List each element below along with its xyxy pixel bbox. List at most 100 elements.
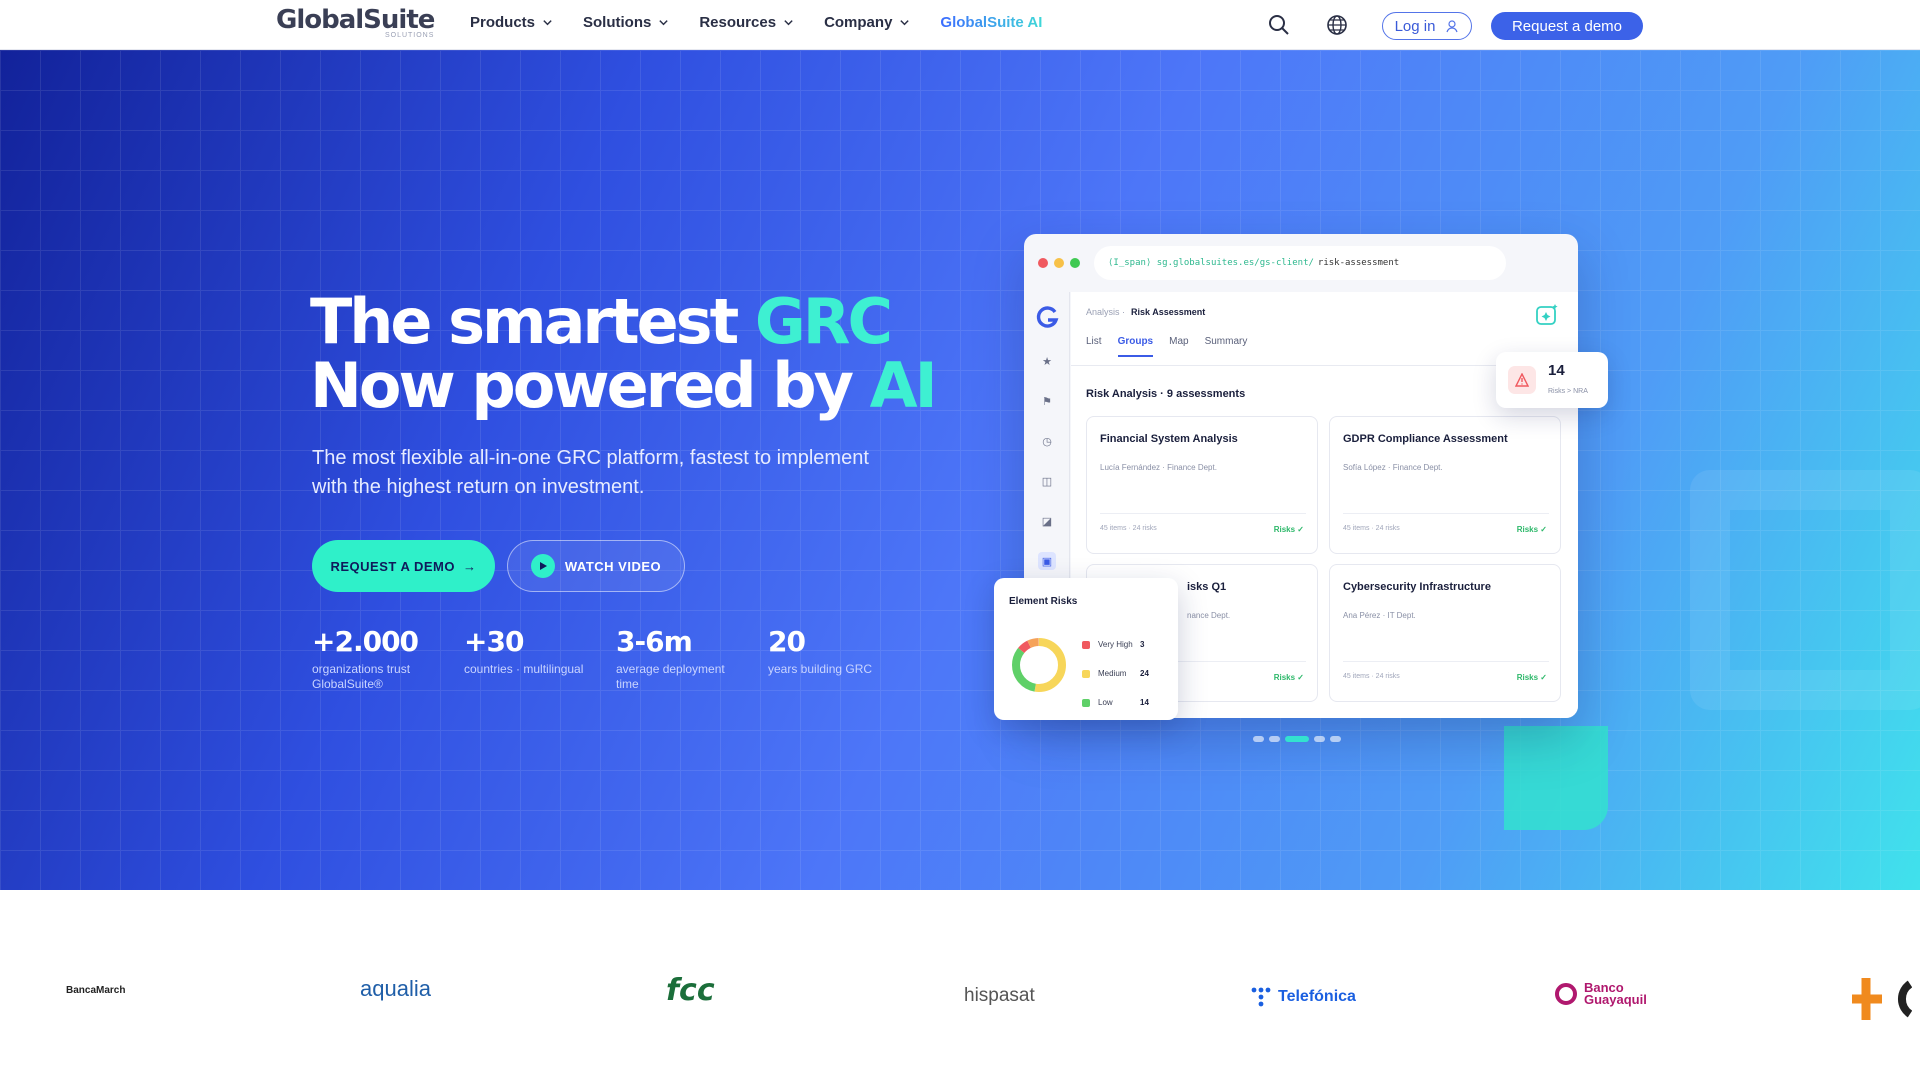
nav-solutions[interactable]: Solutions (583, 14, 669, 31)
hispasat-logo: hispasat (964, 985, 1035, 1006)
request-demo-header-button[interactable]: Request a demo (1491, 12, 1643, 40)
stat-item: +2.000 organizations trust GlobalSuite® (312, 625, 464, 692)
nav-resources[interactable]: Resources (699, 14, 794, 31)
carousel-dot-active[interactable] (1285, 736, 1309, 742)
nav-solutions-label: Solutions (583, 14, 652, 31)
legend-row: Medium 24 (1082, 659, 1149, 688)
stat-value: 20 (768, 625, 806, 658)
book-icon: ◫ (1041, 475, 1053, 488)
warning-icon (1508, 366, 1536, 394)
mockup-url-bar: ⟨I̲span⟩ sg.globalsuites.es/gs-client/ r… (1094, 246, 1506, 280)
play-icon (530, 554, 555, 578)
close-dot-icon (1038, 258, 1048, 268)
title-line1: The smartest (310, 285, 755, 358)
nav-products[interactable]: Products (470, 14, 553, 31)
minimize-dot-icon (1054, 258, 1064, 268)
mockup-titlebar: ⟨I̲span⟩ sg.globalsuites.es/gs-client/ r… (1024, 234, 1578, 292)
telefonica-logo: Telefónica (1250, 986, 1356, 1008)
chevron-down-icon (784, 20, 793, 26)
flag-icon: ⚑ (1042, 395, 1052, 408)
user-icon (1446, 20, 1459, 33)
stat-label: countries · multilingual (464, 662, 584, 676)
carousel-pager (1253, 736, 1341, 742)
risk-count-label: Risks > NRA (1548, 388, 1588, 395)
orange-cross-logo (1852, 978, 1912, 1020)
stat-item: 3-6m average deployment time (616, 625, 768, 692)
tab-list: List (1086, 336, 1102, 347)
globalsuite-logo[interactable]: GlobalSuite SOLUTIONS (276, 5, 435, 39)
stat-value: 3-6m (616, 625, 693, 658)
card-meta: 45 items · 24 risks (1343, 525, 1400, 532)
card-title: isks Q1 (1187, 581, 1227, 593)
grid-background (0, 50, 1920, 890)
nav-globalsuite-ai[interactable]: GlobalSuite AI (940, 14, 1042, 31)
banco-ring-icon (1555, 983, 1577, 1005)
element-risks-card: Element Risks Very High 3 Medium 24 Low … (994, 578, 1178, 720)
card-risk-status: Risks ✓ (1516, 525, 1547, 534)
legend-name: Very High (1098, 640, 1133, 649)
card-title: Financial System Analysis (1100, 433, 1238, 445)
chevron-down-icon (659, 20, 669, 26)
nav-company[interactable]: Company (824, 14, 910, 31)
legend-name: Low (1098, 698, 1113, 707)
hero-title: The smartest GRC Now powered by AI (310, 290, 938, 418)
star-icon: ★ (1042, 355, 1052, 368)
card-meta: 45 items · 24 risks (1100, 525, 1157, 532)
request-demo-button[interactable]: REQUEST A DEMO → (312, 540, 495, 592)
card-risk-status: Risks ✓ (1273, 525, 1304, 534)
card-meta: 45 items · 24 risks (1343, 673, 1400, 680)
medium-swatch (1082, 669, 1090, 678)
grid-icon: ▣ (1038, 552, 1056, 570)
tab-map: Map (1169, 336, 1189, 347)
bancamarch-logo: BancaMarch (66, 985, 126, 996)
carousel-dot[interactable] (1330, 736, 1341, 742)
banco-guayaquil-logo: Banco Guayaquil (1554, 981, 1647, 1007)
card-owner: nance Dept. (1187, 611, 1231, 620)
chevron-down-icon (900, 20, 910, 26)
breadcrumb-parent: Analysis · (1086, 307, 1126, 317)
logo-text: GlobalSuite (276, 5, 435, 35)
url-path: risk-assessment (1317, 258, 1400, 268)
card-title: GDPR Compliance Assessment (1343, 433, 1508, 445)
maximize-dot-icon (1070, 258, 1080, 268)
login-button[interactable]: Log in (1382, 12, 1472, 40)
card-risk-status: Risks ✓ (1273, 673, 1304, 682)
stats-row: +2.000 organizations trust GlobalSuite® … (312, 625, 920, 692)
hero-section: The smartest GRC Now powered by AI The m… (0, 50, 1920, 890)
assessment-card: Financial System Analysis Lucía Fernánde… (1086, 416, 1318, 554)
nav-ai-label: GlobalSuite AI (940, 14, 1043, 31)
carousel-dot[interactable] (1253, 736, 1264, 742)
watch-video-button[interactable]: WATCH VIDEO (507, 540, 685, 592)
aqualia-logo: aqualia (360, 976, 431, 1001)
legend-value: 14 (1140, 698, 1149, 707)
globe-icon[interactable] (1324, 12, 1350, 38)
very-high-swatch (1082, 640, 1090, 649)
card-owner: Ana Pérez · IT Dept. (1343, 611, 1416, 620)
tab-groups: Groups (1117, 336, 1154, 357)
title-line2: Now powered by (310, 349, 870, 422)
banco-text: Banco Guayaquil (1584, 981, 1647, 1007)
carousel-dot[interactable] (1269, 736, 1280, 742)
client-logos-strip: BancaMarch aqualia fcc hispasat Telefóni… (0, 890, 1920, 1080)
tab-summary: Summary (1204, 336, 1248, 347)
risk-count-value: 14 (1548, 362, 1565, 379)
element-risks-title: Element Risks (1009, 596, 1078, 607)
breadcrumb: Analysis · Risk Assessment (1086, 307, 1205, 317)
url-prefix: ⟨I̲span⟩ sg.globalsuites.es/gs-client/ (1108, 258, 1314, 268)
fcc-logo: fcc (666, 973, 715, 1008)
breadcrumb-current: Risk Assessment (1131, 307, 1206, 317)
card-divider (1343, 661, 1549, 662)
request-demo-label: REQUEST A DEMO (330, 558, 455, 574)
mockup-tabs: List Groups Map Summary (1086, 336, 1247, 357)
card-risk-status: Risks ✓ (1516, 673, 1547, 682)
stat-item: 20 years building GRC (768, 625, 920, 692)
card-owner: Lucía Fernández · Finance Dept. (1100, 463, 1217, 472)
carousel-dot[interactable] (1314, 736, 1325, 742)
banco-line2: Guayaquil (1584, 992, 1647, 1007)
hero-subtitle: The most flexible all-in-one GRC platfor… (312, 447, 869, 498)
nav-resources-label: Resources (699, 14, 777, 31)
search-icon[interactable] (1266, 12, 1292, 38)
telefonica-dots-icon (1251, 987, 1271, 1007)
ai-sparkle-icon (1536, 304, 1558, 325)
stat-label: years building GRC (768, 662, 873, 676)
